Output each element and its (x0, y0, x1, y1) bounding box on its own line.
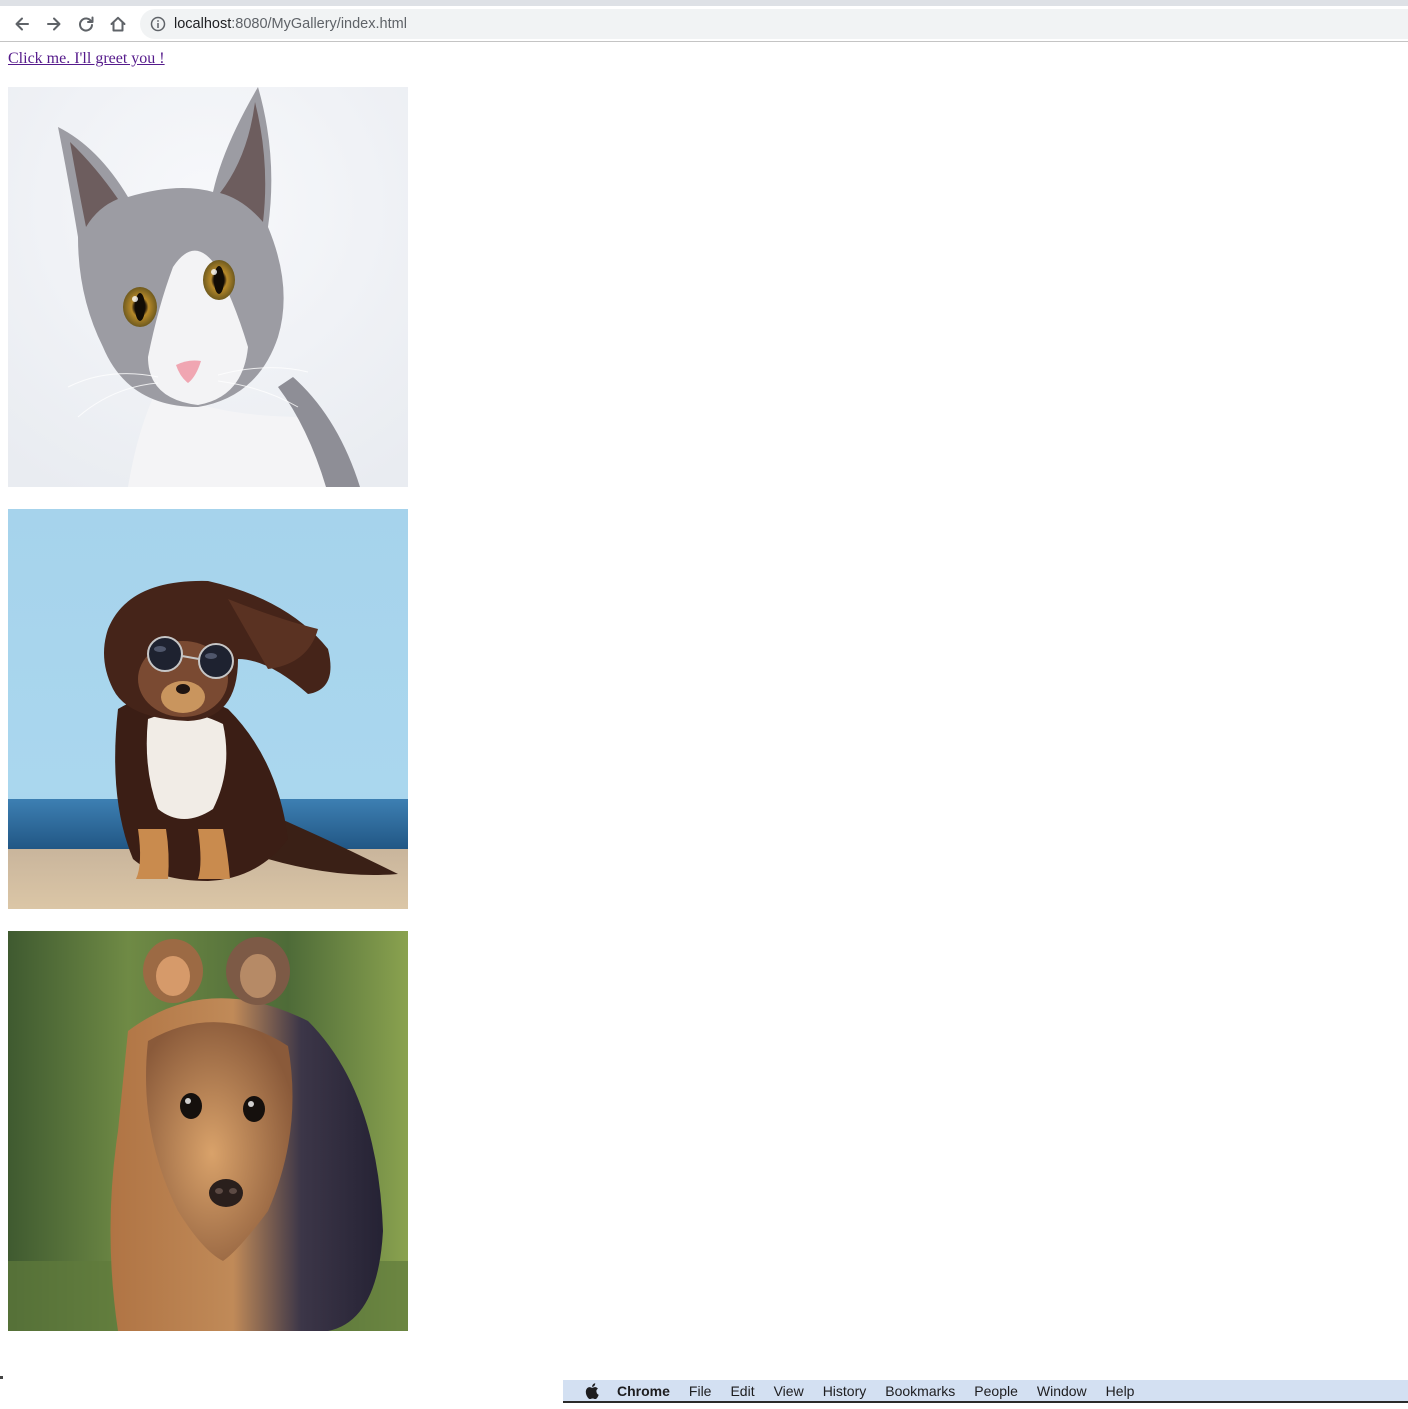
address-bar[interactable]: localhost:8080/MyGallery/index.html (140, 9, 1408, 39)
back-button[interactable] (7, 9, 37, 39)
info-icon[interactable] (150, 16, 166, 32)
browser-toolbar: localhost:8080/MyGallery/index.html (0, 6, 1408, 42)
apple-logo-icon (585, 1382, 599, 1399)
apple-menu[interactable] (579, 1380, 605, 1402)
reload-icon (79, 16, 94, 32)
forward-button[interactable] (39, 9, 69, 39)
reload-button[interactable] (71, 9, 101, 39)
menu-file[interactable]: File (689, 1383, 712, 1399)
forward-arrow-icon (47, 17, 61, 31)
corner-artifact (0, 1376, 3, 1379)
url-host: localhost (174, 16, 232, 32)
menu-help[interactable]: Help (1106, 1383, 1135, 1399)
back-arrow-icon (15, 17, 29, 31)
home-icon (110, 16, 126, 32)
menu-bookmarks[interactable]: Bookmarks (885, 1383, 955, 1399)
menu-people[interactable]: People (974, 1383, 1018, 1399)
menu-edit[interactable]: Edit (730, 1383, 754, 1399)
macos-menu-bar: Chrome File Edit View History Bookmarks … (563, 1380, 1408, 1403)
menu-app-chrome[interactable]: Chrome (617, 1383, 670, 1399)
cat-photo (8, 87, 408, 487)
menu-window[interactable]: Window (1037, 1383, 1087, 1399)
url-text[interactable]: localhost:8080/MyGallery/index.html (174, 16, 407, 32)
dog-photo (8, 509, 408, 909)
menu-view[interactable]: View (774, 1383, 804, 1399)
quokka-photo (8, 931, 408, 1331)
home-button[interactable] (103, 9, 133, 39)
menu-history[interactable]: History (823, 1383, 867, 1399)
url-path: :8080/MyGallery/index.html (231, 16, 407, 32)
greet-link[interactable]: Click me. I'll greet you ! (8, 50, 165, 68)
